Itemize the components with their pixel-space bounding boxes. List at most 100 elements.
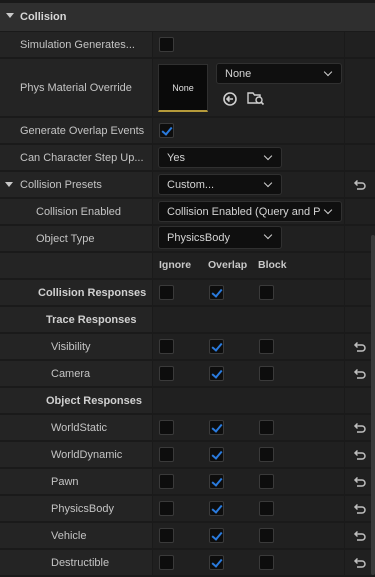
row-object-responses-header: Object Responses bbox=[0, 388, 375, 414]
ignore-checkbox[interactable] bbox=[159, 555, 174, 570]
row-trace-camera: Camera bbox=[0, 361, 375, 387]
reset-to-default-icon[interactable] bbox=[352, 530, 366, 542]
reset-to-default-icon[interactable] bbox=[352, 476, 366, 488]
response-label: Vehicle bbox=[51, 529, 87, 542]
overlap-checkbox[interactable] bbox=[209, 447, 224, 462]
chevron-down-icon bbox=[263, 230, 273, 240]
material-thumbnail[interactable]: None bbox=[158, 64, 208, 112]
reset-to-default-icon[interactable] bbox=[352, 179, 366, 191]
ignore-column-header: Ignore bbox=[159, 259, 192, 271]
reset-to-default-icon[interactable] bbox=[352, 422, 366, 434]
response-label: WorldStatic bbox=[51, 421, 108, 434]
object-type-value: PhysicsBody bbox=[167, 231, 230, 244]
overlap-checkbox[interactable] bbox=[209, 501, 224, 516]
reset-to-default-icon[interactable] bbox=[352, 341, 366, 353]
row-collision-presets: Collision Presets Custom... bbox=[0, 172, 375, 198]
ignore-checkbox[interactable] bbox=[159, 366, 174, 381]
block-checkbox[interactable] bbox=[259, 285, 274, 300]
step-up-label: Can Character Step Up... bbox=[20, 151, 144, 164]
step-up-value: Yes bbox=[167, 151, 185, 164]
browse-asset-icon[interactable] bbox=[247, 90, 265, 107]
object-responses-label: Object Responses bbox=[46, 394, 142, 407]
details-panel: Collision Simulation Generates... Phys M… bbox=[0, 0, 375, 577]
overlap-checkbox[interactable] bbox=[209, 528, 224, 543]
block-checkbox[interactable] bbox=[259, 420, 274, 435]
response-label: Visibility bbox=[51, 340, 91, 353]
row-object-worldstatic: WorldStatic bbox=[0, 415, 375, 441]
block-checkbox[interactable] bbox=[259, 555, 274, 570]
response-label: Pawn bbox=[51, 475, 79, 488]
block-checkbox[interactable] bbox=[259, 339, 274, 354]
ignore-checkbox[interactable] bbox=[159, 420, 174, 435]
row-can-character-step-up: Can Character Step Up... Yes bbox=[0, 145, 375, 171]
presets-dropdown[interactable]: Custom... bbox=[158, 174, 282, 195]
section-title: Collision bbox=[20, 11, 67, 23]
chevron-down-icon bbox=[263, 151, 273, 161]
collision-enabled-value: Collision Enabled (Query and P bbox=[167, 205, 321, 218]
simulation-checkbox[interactable] bbox=[159, 37, 174, 52]
collision-section-header[interactable]: Collision bbox=[0, 3, 375, 31]
reset-to-default-icon[interactable] bbox=[352, 503, 366, 515]
chevron-down-icon bbox=[323, 205, 333, 215]
presets-value: Custom... bbox=[167, 178, 215, 191]
ignore-checkbox[interactable] bbox=[159, 447, 174, 462]
row-object-type: Object Type PhysicsBody bbox=[0, 226, 375, 252]
reset-to-default-icon[interactable] bbox=[352, 368, 366, 380]
overlap-column-header: Overlap bbox=[208, 259, 248, 271]
chevron-down-icon bbox=[263, 178, 273, 188]
row-object-vehicle: Vehicle bbox=[0, 523, 375, 549]
trace-responses-label: Trace Responses bbox=[46, 313, 137, 326]
block-checkbox[interactable] bbox=[259, 447, 274, 462]
ignore-checkbox[interactable] bbox=[159, 474, 174, 489]
simulation-label: Simulation Generates... bbox=[20, 38, 135, 51]
row-object-physicsbody: PhysicsBody bbox=[0, 496, 375, 522]
overlap-checkbox[interactable] bbox=[209, 474, 224, 489]
reset-to-default-icon[interactable] bbox=[352, 449, 366, 461]
overlap-events-checkbox[interactable] bbox=[159, 123, 174, 138]
phys-material-label: Phys Material Override bbox=[20, 81, 132, 94]
block-checkbox[interactable] bbox=[259, 528, 274, 543]
block-checkbox[interactable] bbox=[259, 501, 274, 516]
block-checkbox[interactable] bbox=[259, 474, 274, 489]
collision-responses-label: Collision Responses bbox=[38, 286, 147, 299]
row-simulation-generates-hits: Simulation Generates... bbox=[0, 32, 375, 58]
overlap-checkbox[interactable] bbox=[209, 366, 224, 381]
overlap-events-label: Generate Overlap Events bbox=[20, 124, 145, 137]
phys-material-dropdown[interactable]: None bbox=[216, 63, 342, 84]
block-checkbox[interactable] bbox=[259, 366, 274, 381]
object-type-label: Object Type bbox=[36, 232, 95, 245]
collision-enabled-label: Collision Enabled bbox=[36, 205, 121, 218]
chevron-down-icon bbox=[323, 67, 333, 77]
overlap-checkbox[interactable] bbox=[209, 339, 224, 354]
response-label: Destructible bbox=[51, 556, 110, 569]
row-trace-responses-header: Trace Responses bbox=[0, 307, 375, 333]
response-label: Camera bbox=[51, 367, 91, 380]
row-trace-visibility: Visibility bbox=[0, 334, 375, 360]
row-response-column-headers: Ignore Overlap Block bbox=[0, 253, 375, 279]
overlap-checkbox[interactable] bbox=[209, 420, 224, 435]
ignore-checkbox[interactable] bbox=[159, 501, 174, 516]
collision-enabled-dropdown[interactable]: Collision Enabled (Query and P bbox=[158, 201, 342, 222]
row-object-destructible: Destructible bbox=[0, 550, 375, 576]
use-selected-asset-icon[interactable] bbox=[222, 91, 238, 107]
presets-label: Collision Presets bbox=[20, 178, 102, 191]
row-object-pawn: Pawn bbox=[0, 469, 375, 495]
object-type-dropdown[interactable]: PhysicsBody bbox=[158, 226, 282, 249]
expand-arrow-icon[interactable] bbox=[5, 182, 13, 187]
response-label: WorldDynamic bbox=[51, 448, 123, 461]
reset-to-default-icon[interactable] bbox=[352, 557, 366, 569]
overlap-checkbox[interactable] bbox=[209, 285, 224, 300]
phys-material-value: None bbox=[225, 67, 252, 80]
block-column-header: Block bbox=[258, 259, 287, 271]
overlap-checkbox[interactable] bbox=[209, 555, 224, 570]
row-generate-overlap-events: Generate Overlap Events bbox=[0, 118, 375, 144]
ignore-checkbox[interactable] bbox=[159, 528, 174, 543]
ignore-checkbox[interactable] bbox=[159, 339, 174, 354]
row-object-worlddynamic: WorldDynamic bbox=[0, 442, 375, 468]
scrollbar[interactable] bbox=[371, 235, 375, 575]
row-collision-responses: Collision Responses bbox=[0, 280, 375, 306]
step-up-dropdown[interactable]: Yes bbox=[158, 147, 282, 168]
row-collision-enabled: Collision Enabled Collision Enabled (Que… bbox=[0, 199, 375, 225]
collapse-arrow-icon[interactable] bbox=[6, 13, 14, 18]
ignore-checkbox[interactable] bbox=[159, 285, 174, 300]
